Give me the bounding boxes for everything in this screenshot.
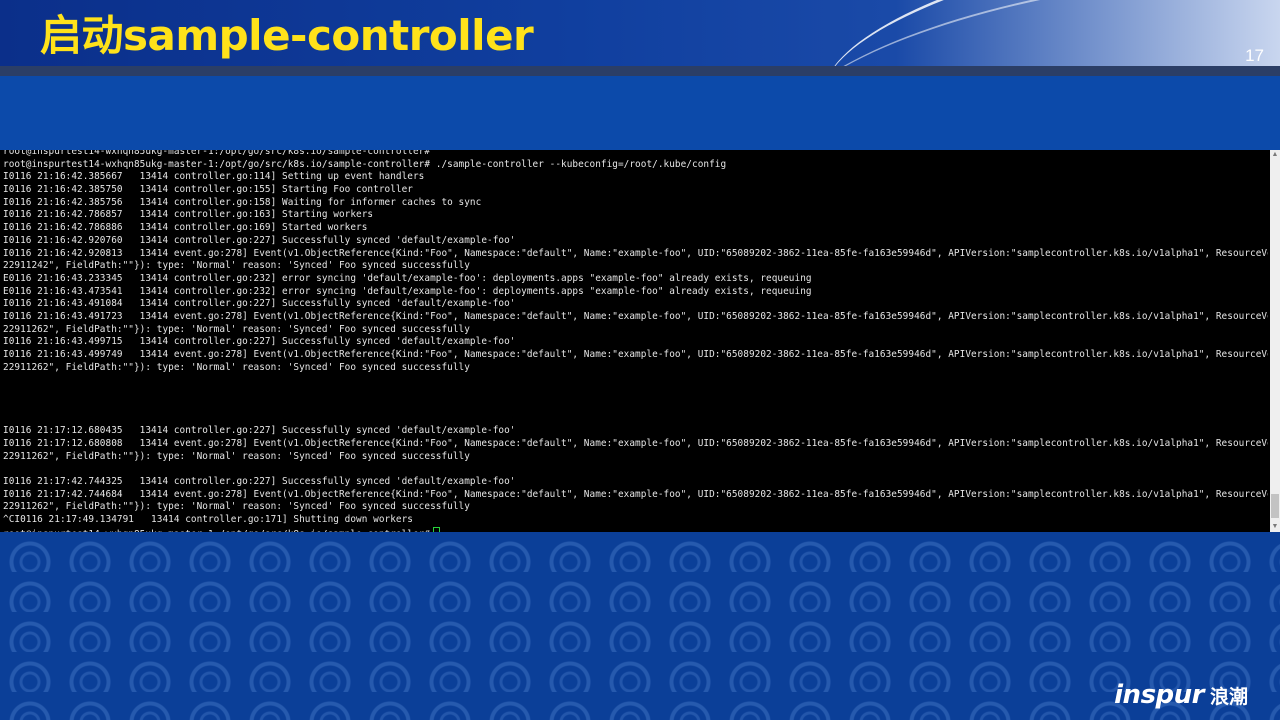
terminal-line: 22911262", FieldPath:""}): type: 'Normal… <box>3 501 470 513</box>
terminal-line: I0116 21:16:42.920813 13414 event.go:278… <box>3 247 1268 259</box>
terminal-line: I0116 21:16:42.786857 13414 controller.g… <box>3 209 374 221</box>
terminal-line: E0116 21:16:43.233345 13414 controller.g… <box>3 272 812 284</box>
terminal-line: I0116 21:16:42.920760 13414 controller.g… <box>3 234 516 246</box>
terminal-line: I0116 21:16:42.385667 13414 controller.g… <box>3 171 425 183</box>
terminal-line: I0116 21:16:43.499715 13414 controller.g… <box>3 336 516 348</box>
terminal-line: 22911242", FieldPath:""}): type: 'Normal… <box>3 260 470 272</box>
terminal-line: root@inspurtest14-wxhqn85ukg-master-1:/o… <box>3 150 431 157</box>
terminal-line: I0116 21:16:43.499749 13414 event.go:278… <box>3 349 1268 360</box>
terminal-line: I0116 21:16:43.491084 13414 controller.g… <box>3 298 516 310</box>
header-divider <box>0 66 1280 76</box>
terminal-line: I0116 21:17:42.744325 13414 controller.g… <box>3 475 516 487</box>
terminal-line: ^CI0116 21:17:49.134791 13414 controller… <box>3 513 413 525</box>
scrollbar-thumb[interactable] <box>1271 494 1279 518</box>
terminal-line: 22911262", FieldPath:""}): type: 'Normal… <box>3 361 470 373</box>
terminal-output: root@inspurtest14-wxhqn85ukg-master-1:/o… <box>3 150 1268 532</box>
terminal-line: I0116 21:16:42.786886 13414 controller.g… <box>3 222 368 234</box>
terminal-line: 22911262", FieldPath:""}): type: 'Normal… <box>3 450 470 462</box>
terminal-line: I0116 21:17:12.680435 13414 controller.g… <box>3 425 516 437</box>
terminal-window[interactable]: root@inspurtest14-wxhqn85ukg-master-1:/o… <box>0 150 1280 532</box>
terminal-scrollbar[interactable]: ▲ ▼ <box>1270 150 1280 532</box>
terminal-line: 22911262", FieldPath:""}): type: 'Normal… <box>3 323 470 335</box>
scroll-up-arrow-icon[interactable]: ▲ <box>1270 150 1280 160</box>
slide-title: 启动sample-controller <box>40 11 534 60</box>
logo-wordmark: inspur <box>1114 680 1204 710</box>
terminal-line: I0116 21:16:43.491723 13414 event.go:278… <box>3 310 1268 322</box>
terminal-line: I0116 21:16:42.385756 13414 controller.g… <box>3 196 482 208</box>
terminal-line: I0116 21:17:12.680808 13414 event.go:278… <box>3 437 1268 449</box>
logo-chinese: 浪潮 <box>1209 686 1248 708</box>
scroll-down-arrow-icon[interactable]: ▼ <box>1270 522 1280 532</box>
terminal-line: root@inspurtest14-wxhqn85ukg-master-1:/o… <box>3 158 727 170</box>
terminal-line: I0116 21:16:42.385750 13414 controller.g… <box>3 184 413 196</box>
page-number: 17 <box>1245 46 1264 65</box>
decorative-cloud-pattern: inspur 浪潮 <box>0 532 1280 720</box>
upper-band <box>0 76 1280 154</box>
inspur-logo: inspur 浪潮 <box>1114 680 1248 710</box>
terminal-line: E0116 21:16:43.473541 13414 controller.g… <box>3 285 812 297</box>
slide-header: 启动sample-controller <box>0 0 1280 66</box>
terminal-line: I0116 21:17:42.744684 13414 event.go:278… <box>3 488 1268 500</box>
